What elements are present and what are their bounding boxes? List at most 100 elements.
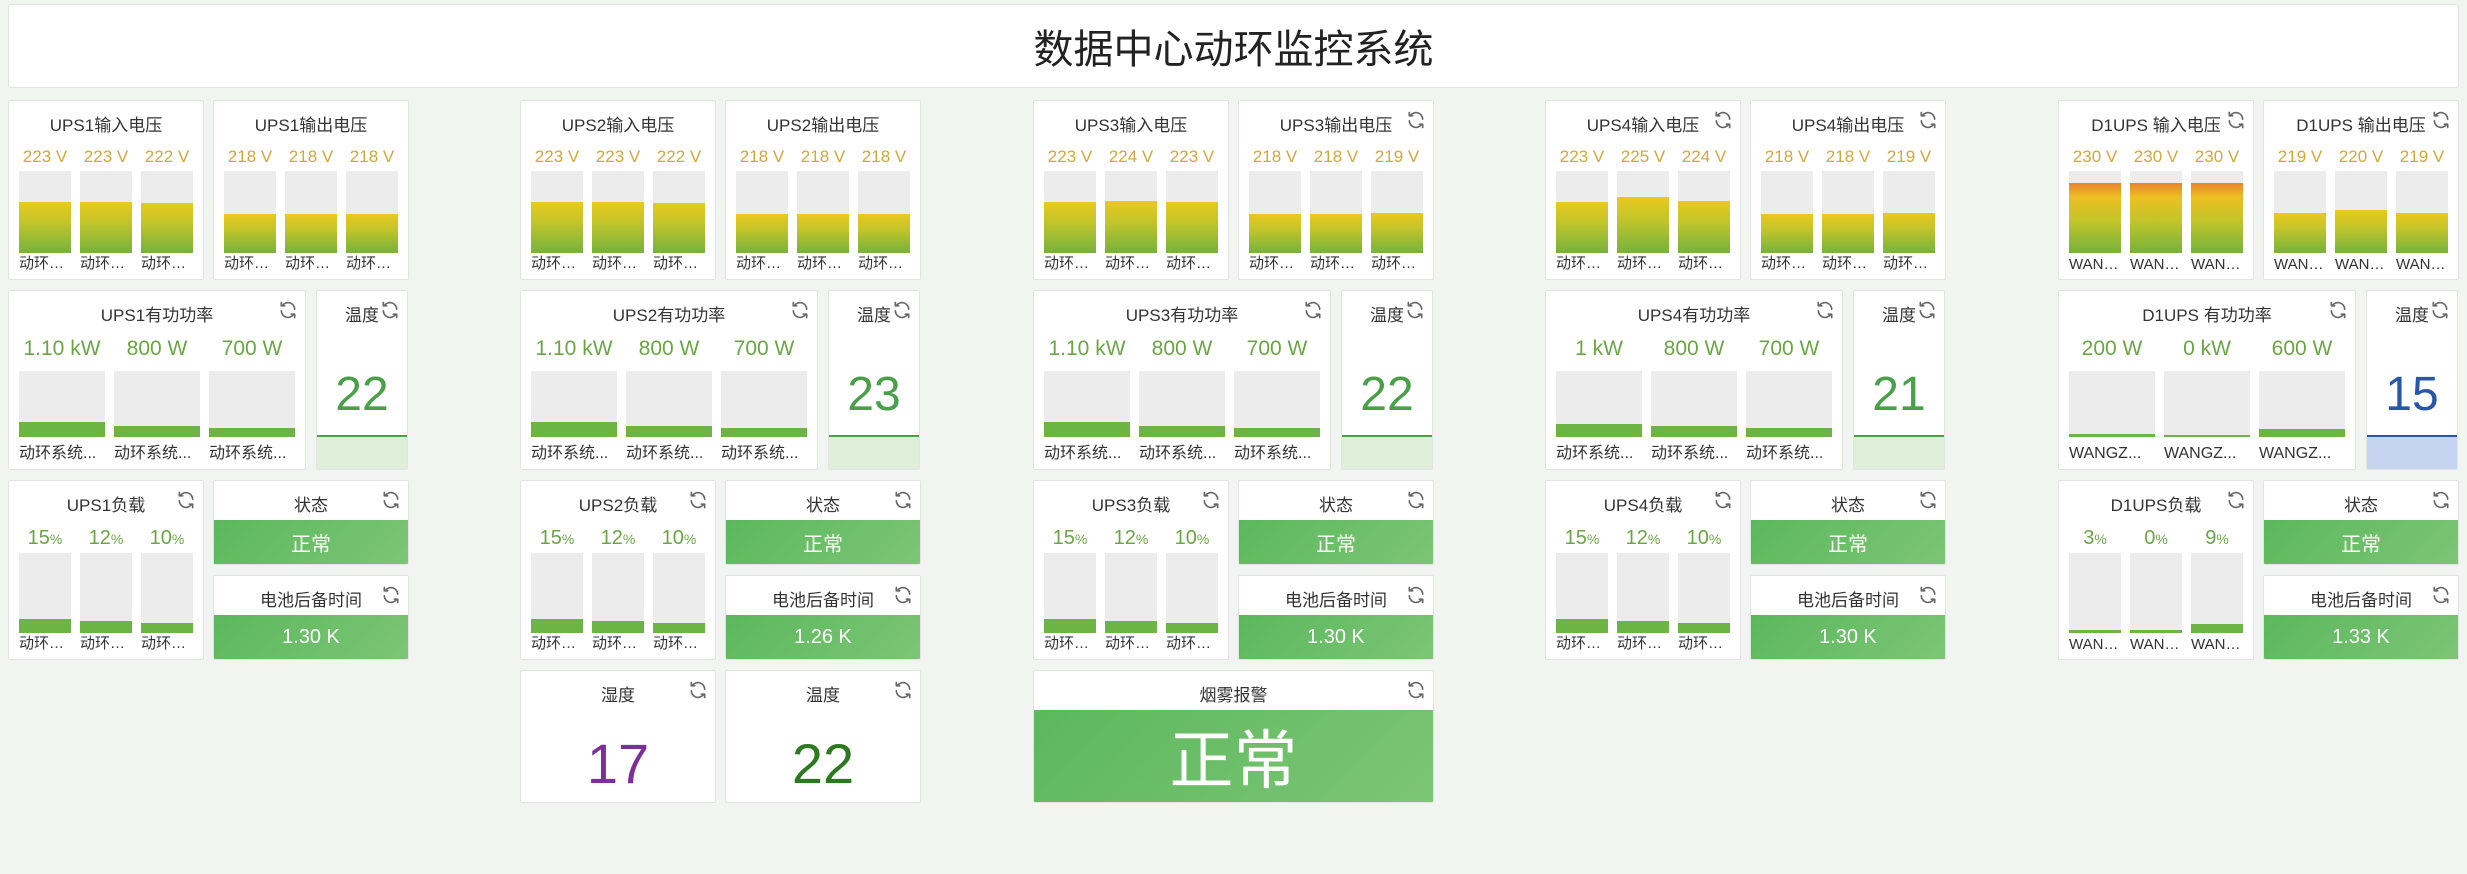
bar-label: WANGZHAN: [2069, 256, 2121, 273]
refresh-icon[interactable]: [1406, 110, 1426, 130]
bar-label: 动环系统: [1371, 255, 1423, 272]
temperature-card: 温度 22: [316, 290, 408, 470]
bar-item: 1.10 kW 动环系统...: [531, 337, 617, 463]
refresh-icon[interactable]: [2328, 300, 2348, 320]
bar-label: 动环系统: [1249, 255, 1301, 272]
bar-fill: [2396, 212, 2448, 253]
bar-value-unit: %: [110, 531, 124, 547]
status-badge: 正常: [2264, 520, 2458, 564]
refresh-icon[interactable]: [176, 490, 196, 510]
refresh-icon[interactable]: [381, 585, 401, 605]
refresh-icon[interactable]: [790, 300, 810, 320]
bar-fill: [1371, 212, 1423, 253]
bar-fill: [19, 618, 71, 633]
bar-item: 10% 动环系统: [1678, 527, 1730, 653]
refresh-icon[interactable]: [1713, 490, 1733, 510]
refresh-icon[interactable]: [2430, 300, 2450, 320]
card-title: D1UPS负载: [2110, 496, 2202, 515]
bar-label: 动环系统: [858, 255, 910, 272]
bar-item: 218 V 动环系统: [1761, 147, 1813, 273]
refresh-icon[interactable]: [1815, 300, 1835, 320]
refresh-icon[interactable]: [893, 680, 913, 700]
card-title: 状态: [1319, 496, 1353, 515]
temperature-card: 温度 23: [828, 290, 920, 470]
bar-track: [1556, 171, 1608, 253]
refresh-icon[interactable]: [1406, 585, 1426, 605]
refresh-icon[interactable]: [278, 300, 298, 320]
refresh-icon[interactable]: [2431, 110, 2451, 130]
bar-value: 800 W: [126, 337, 188, 360]
bar-fill: [721, 427, 807, 437]
bar-item: 700 W 动环系统...: [1234, 337, 1320, 463]
refresh-icon[interactable]: [2226, 490, 2246, 510]
bar-value: 223 V: [22, 147, 68, 166]
bar-value: 10%: [653, 527, 705, 550]
output-voltage-card: UPS2输出电压 218 V 动环系统 218 V 动环系统 218 V 动环系统: [725, 100, 921, 280]
bar-label: 动环系统: [1617, 635, 1669, 652]
refresh-icon[interactable]: [381, 490, 401, 510]
status-badge: 正常: [1751, 520, 1945, 564]
bar-label: 动环系统...: [1234, 445, 1312, 462]
refresh-icon[interactable]: [2431, 585, 2451, 605]
bar-track: [1044, 371, 1130, 437]
refresh-icon[interactable]: [2431, 490, 2451, 510]
input-voltage-card: UPS2输入电压 223 V 动环系统 223 V 动环系统 222 V 动环系统: [520, 100, 716, 280]
bar-fill: [1556, 202, 1608, 253]
bar-value-unit: %: [561, 531, 575, 547]
refresh-icon[interactable]: [1406, 680, 1426, 700]
refresh-icon[interactable]: [2226, 110, 2246, 130]
bar-value-number: 10: [1174, 527, 1197, 549]
load-card: UPS1负载 15% 动环系统 12% 动环系统 10% 动环系统: [8, 480, 204, 660]
bar-track: [2396, 171, 2448, 253]
bar-track: [2191, 171, 2243, 253]
bar-value: 800 W: [1663, 337, 1725, 360]
bar-value: 1.10 kW: [1048, 337, 1126, 360]
active-power-card: UPS1有功功率 1.10 kW 动环系统... 800 W 动环系统... 700 W 动…: [8, 290, 306, 470]
bar-value: 1.10 kW: [23, 337, 101, 360]
card-title: UPS3输入电压: [1074, 116, 1188, 135]
bar-label: 动环系统: [346, 255, 398, 272]
bar-group: 15% 动环系统 12% 动环系统 10% 动环系统: [1556, 527, 1730, 653]
bar-track: [1234, 371, 1320, 437]
bar-item: 15% 动环系统: [1556, 527, 1608, 653]
status-badge: 正常: [1239, 520, 1433, 564]
refresh-icon[interactable]: [1303, 300, 1323, 320]
input-voltage-card: UPS3输入电压 223 V 动环系统 224 V 动环系统 223 V 动环系统: [1033, 100, 1229, 280]
bar-track: [1371, 171, 1423, 253]
refresh-icon[interactable]: [688, 490, 708, 510]
bar-value: 225 V: [1620, 147, 1666, 166]
bar-item: 222 V 动环系统: [653, 147, 705, 273]
bar-value: 800 W: [1151, 337, 1213, 360]
refresh-icon[interactable]: [1917, 300, 1937, 320]
bar-label: 动环系统: [653, 255, 705, 272]
refresh-icon[interactable]: [380, 300, 400, 320]
card-title: UPS2有功功率: [612, 306, 726, 325]
bar-value: 700 W: [1246, 337, 1308, 360]
refresh-icon[interactable]: [893, 585, 913, 605]
input-voltage-card: D1UPS 输入电压230 VWANGZHAN230 VWANGZHAN230 …: [2058, 100, 2254, 280]
bar-label: 动环系统: [653, 635, 705, 652]
bar-track: [736, 171, 788, 253]
bar-label: WANGZHAN: [2274, 256, 2326, 273]
bar-fill: [2164, 434, 2250, 437]
bar-item: 9% WANGZHAN: [2191, 527, 2243, 653]
refresh-icon[interactable]: [1918, 110, 1938, 130]
refresh-icon[interactable]: [1406, 490, 1426, 510]
bar-value-unit: %: [683, 531, 697, 547]
refresh-icon[interactable]: [1918, 585, 1938, 605]
refresh-icon[interactable]: [688, 680, 708, 700]
bar-fill: [2069, 434, 2155, 437]
bar-fill: [1556, 618, 1608, 633]
temperature-fill: [829, 435, 919, 469]
temperature-value: 22: [1360, 368, 1414, 421]
refresh-icon[interactable]: [893, 490, 913, 510]
refresh-icon[interactable]: [892, 300, 912, 320]
refresh-icon[interactable]: [1405, 300, 1425, 320]
bar-value: 223 V: [83, 147, 129, 166]
bar-value: 218 V: [1313, 147, 1359, 166]
ups-column: D1UPS 输入电压230 VWANGZHAN230 VWANGZHAN230 …: [2058, 100, 2459, 800]
refresh-icon[interactable]: [1713, 110, 1733, 130]
refresh-icon[interactable]: [1918, 490, 1938, 510]
refresh-icon[interactable]: [1201, 490, 1221, 510]
bar-track: [1883, 171, 1935, 253]
